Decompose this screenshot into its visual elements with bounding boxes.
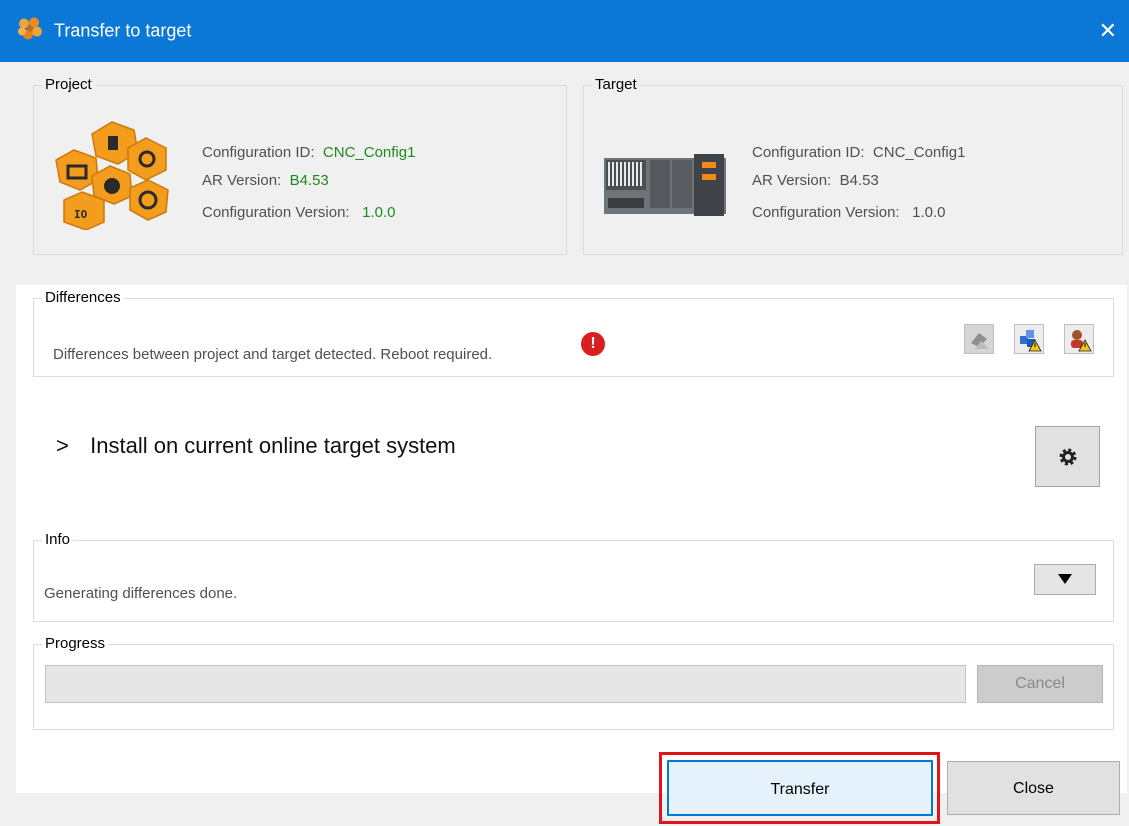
user-warning-icon[interactable] [1064,324,1094,354]
project-config-version: Configuration Version: 1.0.0 [202,204,395,221]
install-settings-button[interactable] [1035,426,1100,487]
differences-message: Differences between project and target d… [53,346,493,363]
triangle-down-icon [1058,574,1072,584]
cancel-button: Cancel [977,665,1103,703]
target-ar-version-label: AR Version: [752,172,832,189]
target-ar-version-value: B4.53 [839,172,879,189]
eraser-warning-icon[interactable] [964,324,994,354]
cubes-warning-icon[interactable] [1014,324,1044,354]
project-group-label: Project [42,76,95,93]
dialog-body: Project IO Configuration ID: CNC_Config1 [0,62,1129,826]
target-config-version: Configuration Version: 1.0.0 [752,204,945,221]
install-label: Install on current online target system [90,433,456,458]
error-exclamation-icon: ! [581,332,605,356]
progress-group: Progress Cancel [33,635,1114,730]
plc-hardware-icon [602,150,728,227]
target-config-version-label: Configuration Version: [752,204,900,221]
progress-bar [45,665,966,703]
project-config-id: Configuration ID: CNC_Config1 [202,144,415,161]
target-config-id-value: CNC_Config1 [872,144,966,161]
target-config-id: Configuration ID: CNC_Config1 [752,144,965,161]
project-hexagon-cluster-icon: IO [52,118,172,235]
differences-group-label: Differences [42,289,124,306]
target-group: Target Configuration ID: CNC_Config1 AR … [583,76,1123,255]
project-ar-version: AR Version: B4.53 [202,172,329,189]
title-bar: Transfer to target ✕ [0,0,1129,62]
close-button[interactable]: Close [947,761,1120,815]
progress-group-label: Progress [42,635,109,652]
info-message: Generating differences done. [44,585,238,602]
window-title: Transfer to target [54,20,192,41]
app-flower-icon [17,17,43,46]
svg-text:IO: IO [74,208,88,221]
project-config-id-value: CNC_Config1 [322,144,416,161]
project-group: Project IO Configuration ID: CNC_Config1 [33,76,567,255]
transfer-button[interactable]: Transfer [667,760,933,816]
target-group-label: Target [592,76,640,93]
close-window-icon[interactable]: ✕ [1099,20,1117,42]
chevron-right-icon: > [56,433,69,458]
info-group-label: Info [42,531,74,548]
project-config-version-label: Configuration Version: [202,204,350,221]
project-config-id-label: Configuration ID: [202,144,315,161]
gear-icon [1059,448,1077,466]
project-ar-version-label: AR Version: [202,172,282,189]
differences-group: Differences Differences between project … [33,289,1114,377]
transfer-panel: Differences Differences between project … [16,285,1127,793]
target-config-version-value: 1.0.0 [912,204,946,221]
project-ar-version-value: B4.53 [289,172,329,189]
target-ar-version: AR Version: B4.53 [752,172,879,189]
project-config-version-value: 1.0.0 [362,204,396,221]
install-expander[interactable]: > Install on current online target syste… [56,433,456,459]
target-config-id-label: Configuration ID: [752,144,865,161]
info-expand-button[interactable] [1034,564,1096,595]
info-group: Info Generating differences done. [33,531,1114,622]
